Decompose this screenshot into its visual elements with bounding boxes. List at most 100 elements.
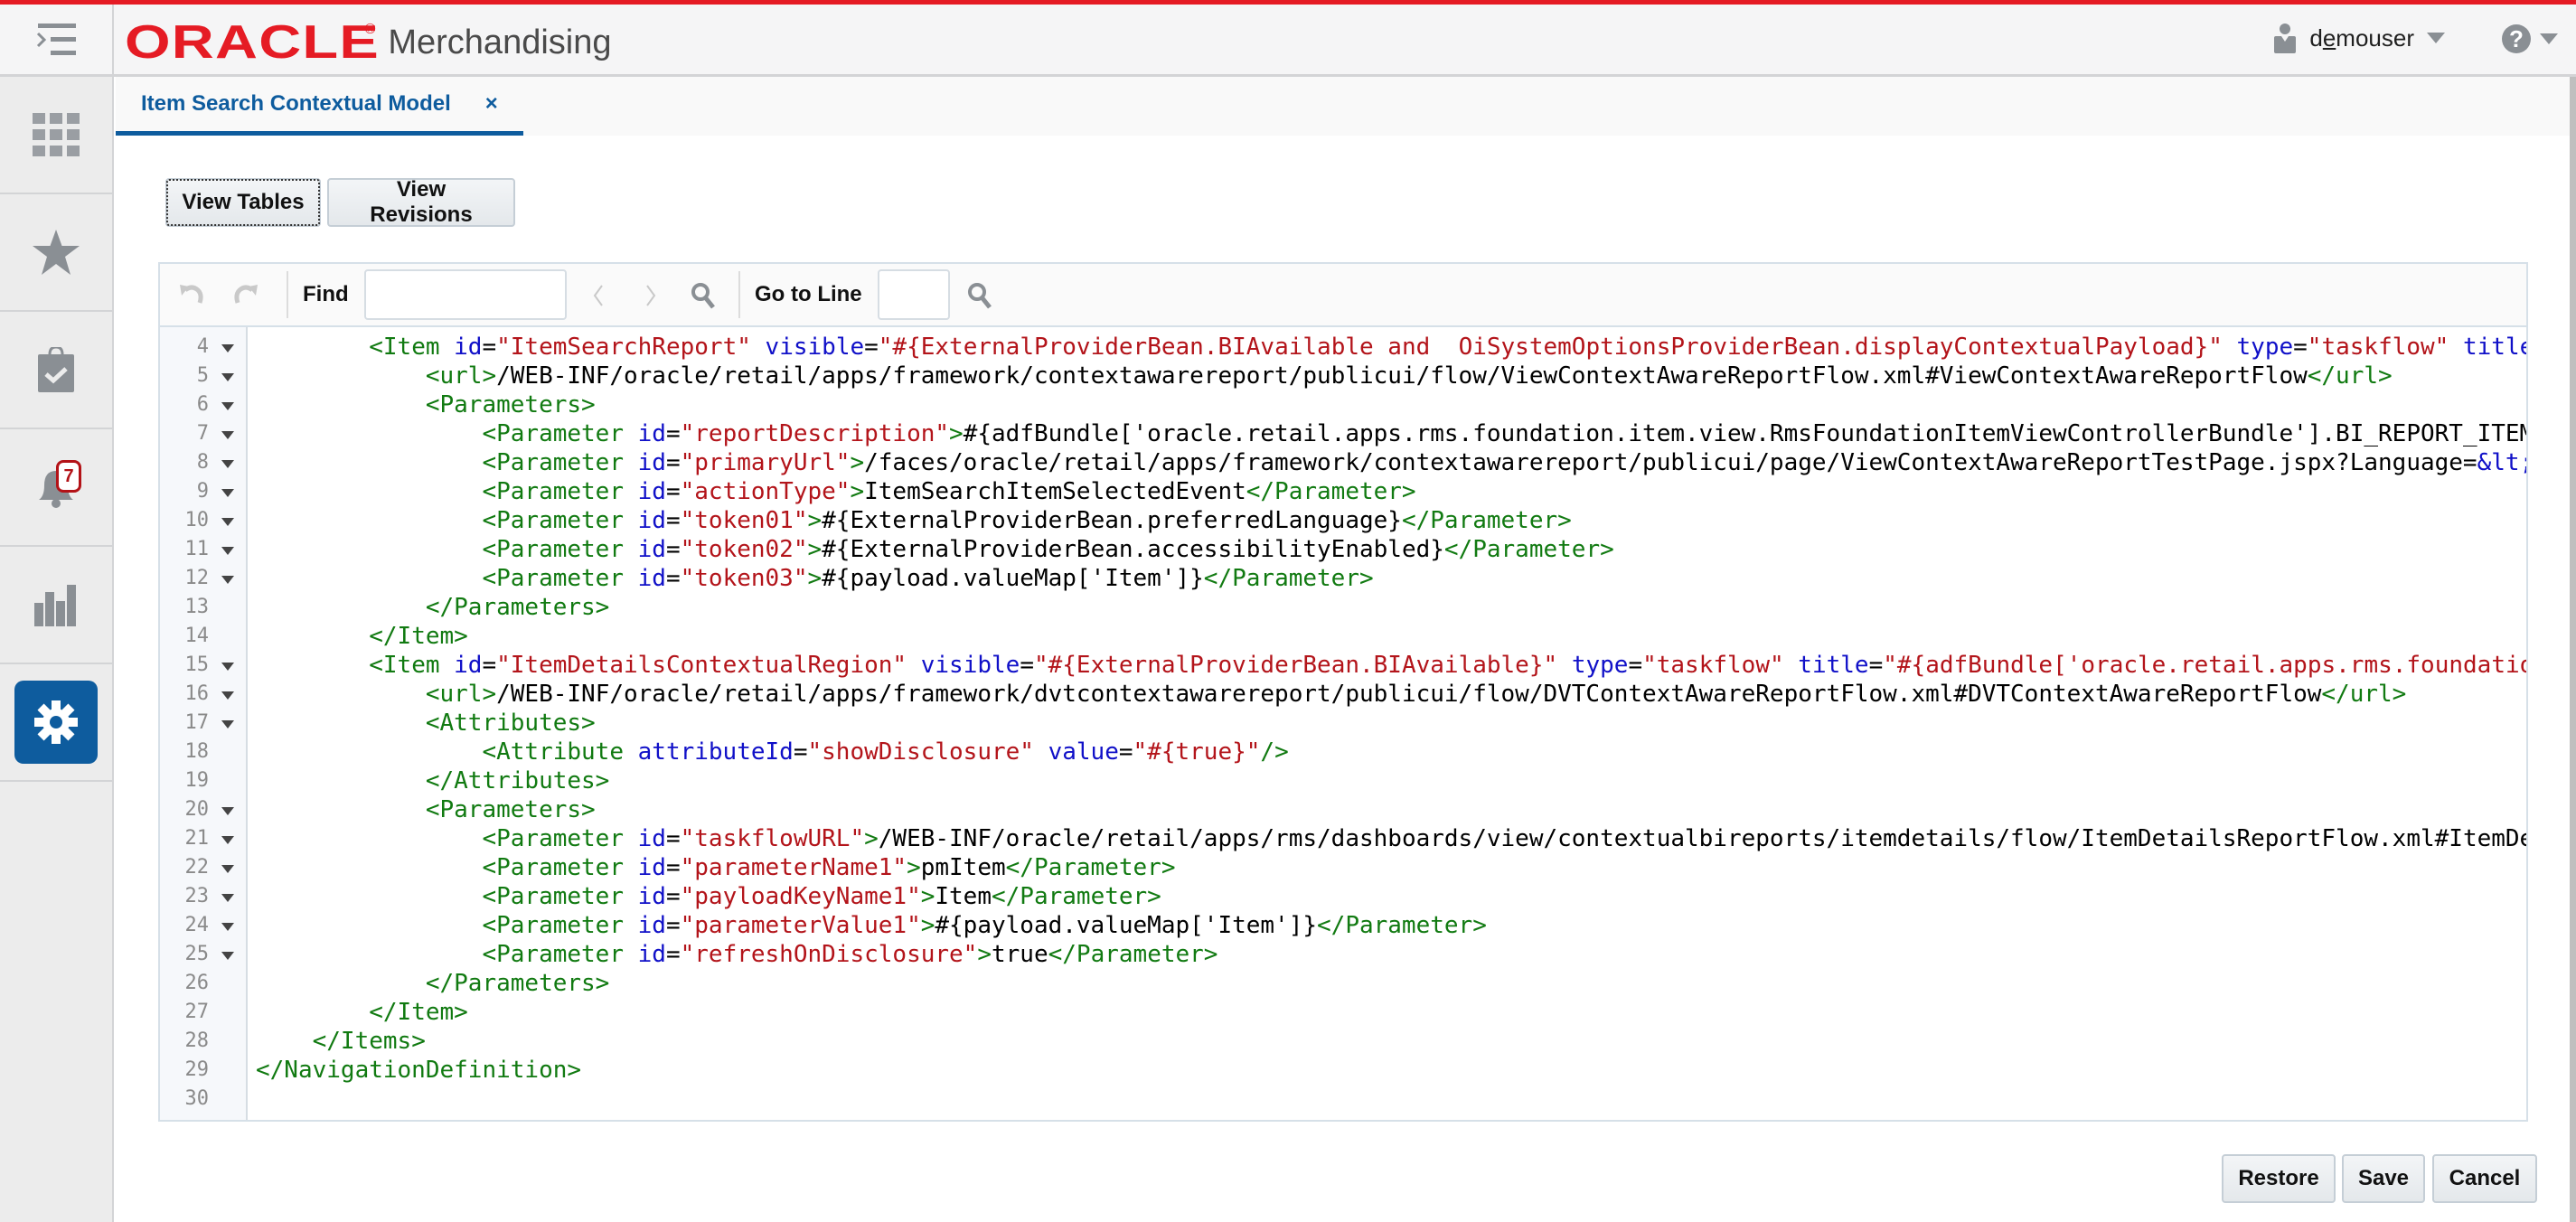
fold-toggle-icon[interactable] [221,344,234,352]
code-line[interactable]: 15 <Item id="ItemDetailsContextualRegion… [160,651,2527,680]
fold-toggle-icon[interactable] [221,489,234,497]
xml-token-tag: </Parameter> [1203,565,1374,592]
code-line[interactable]: 18 <Attribute attributeId="showDisclosur… [160,738,2526,766]
xml-token-tag: <Parameter [482,565,638,592]
xml-editor: Find Go to Line 4 <Item id="ItemSearchRe… [158,262,2528,1122]
code-text: <Parameter id="parameterValue1">#{payloa… [256,911,1486,940]
code-text: <url>/WEB-INF/oracle/retail/apps/framewo… [256,362,2393,390]
user-name[interactable]: demouser [2309,24,2414,52]
sidebar-item-favorites[interactable] [0,194,112,312]
xml-token-eq: = [1628,652,1643,679]
code-area[interactable]: 4 <Item id="ItemSearchReport" visible="#… [160,327,2526,1120]
sidebar-item-settings[interactable] [0,664,112,782]
xml-token-attr: id [637,536,666,563]
find-previous-button[interactable] [583,280,614,311]
chevron-down-icon[interactable] [2427,33,2445,43]
code-line[interactable]: 20 <Parameters> [160,795,2526,824]
fold-toggle-icon[interactable] [221,720,234,728]
fold-toggle-icon[interactable] [221,836,234,844]
sidebar-item-tasks[interactable] [0,77,112,194]
fold-toggle-icon[interactable] [221,894,234,902]
code-line[interactable]: 13 </Parameters> [160,593,2526,622]
sidebar-item-task-list[interactable] [0,312,112,429]
app-header: ORACLE ® Merchandising demouser ? [0,5,2576,77]
code-line[interactable]: 4 <Item id="ItemSearchReport" visible="#… [160,333,2526,362]
fold-toggle-icon[interactable] [221,460,234,468]
code-line[interactable]: 14 </Item> [160,622,2526,651]
tab-item-search-contextual-model[interactable]: Item Search Contextual Model × [116,77,523,136]
fold-toggle-icon[interactable] [221,373,234,381]
save-button[interactable]: Save [2342,1154,2425,1203]
code-line[interactable]: 22 <Parameter id="parameterName1">pmItem… [160,853,2526,882]
xml-token-text: /WEB-INF/oracle/retail/apps/framework/dv… [496,681,2322,708]
view-revisions-button[interactable]: View Revisions [327,177,515,227]
xml-token-val: "#{adfBundle['oracle.retail.apps.rms.fou… [1883,652,2526,679]
find-input[interactable] [364,269,567,320]
code-line[interactable]: 19 </Attributes> [160,766,2526,795]
code-line[interactable]: 28 </Items> [160,1027,2526,1056]
code-line[interactable]: 5 <url>/WEB-INF/oracle/retail/apps/frame… [160,362,2526,390]
redo-button[interactable] [230,280,261,311]
fold-toggle-icon[interactable] [221,576,234,584]
go-to-line-input[interactable] [878,269,950,320]
fold-toggle-icon[interactable] [221,547,234,555]
close-icon[interactable]: × [485,91,498,117]
code-line[interactable]: 24 <Parameter id="parameterValue1">#{pay… [160,911,2526,940]
xml-token-tag: > [807,565,823,592]
fold-toggle-icon[interactable] [221,807,234,815]
fold-toggle-icon[interactable] [221,663,234,671]
restore-button[interactable]: Restore [2222,1154,2336,1203]
toolbar-divider [287,271,288,318]
xml-token-val: "#{true}" [1133,738,1261,766]
code-line[interactable]: 6 <Parameters> [160,390,2526,419]
go-to-line-button[interactable] [964,280,995,311]
code-line[interactable]: 10 <Parameter id="token01">#{ExternalPro… [160,506,2526,535]
xml-token-val: "actionType" [680,478,851,505]
code-text: <Item id="ItemDetailsContextualRegion" v… [256,651,2526,680]
code-line[interactable]: 30 [160,1085,2526,1114]
navigator-menu-button[interactable] [0,5,114,74]
cancel-button[interactable]: Cancel [2432,1154,2537,1203]
star-icon [33,230,80,275]
xml-token-val: "#{ExternalProviderBean.BIAvailable and … [878,334,2223,361]
code-line[interactable]: 23 <Parameter id="payloadKeyName1">Item<… [160,882,2526,911]
help-menu[interactable]: ? [2502,24,2558,53]
code-line[interactable]: 12 <Parameter id="token03">#{payload.val… [160,564,2526,593]
fold-toggle-icon[interactable] [221,952,234,960]
xml-token-tag: <Parameters> [425,796,596,823]
line-number: 6 [196,393,209,416]
fold-toggle-icon[interactable] [221,431,234,439]
code-line[interactable]: 25 <Parameter id="refreshOnDisclosure">t… [160,940,2526,969]
code-line[interactable]: 11 <Parameter id="token02">#{ExternalPro… [160,535,2526,564]
fold-toggle-icon[interactable] [221,865,234,873]
fold-toggle-icon[interactable] [221,402,234,410]
xml-token-val: "ItemSearchReport" [496,334,751,361]
code-line[interactable]: 27 </Item> [160,998,2526,1027]
code-line[interactable]: 9 <Parameter id="actionType">ItemSearchI… [160,477,2526,506]
find-search-button[interactable] [688,280,719,311]
code-text: <Parameter id="reportDescription">#{adfB… [256,419,2526,448]
user-menu[interactable]: demouser [2273,23,2445,53]
xml-token-eq: = [665,449,681,476]
undo-button[interactable] [176,280,207,311]
fold-toggle-icon[interactable] [221,518,234,526]
code-line[interactable]: 29 </NavigationDefinition> [160,1056,2526,1085]
fold-toggle-icon[interactable] [221,923,234,931]
find-next-button[interactable] [635,280,666,311]
code-line[interactable]: 26 </Parameters> [160,969,2526,998]
xml-token-attr: title [1798,652,1869,679]
fold-toggle-icon[interactable] [221,691,234,700]
help-icon[interactable]: ? [2502,24,2531,53]
window-scrollbar[interactable] [2570,77,2576,1222]
sidebar-item-reports[interactable] [0,547,112,664]
code-line[interactable]: 7 <Parameter id="reportDescription">#{ad… [160,419,2526,448]
code-line[interactable]: 8 <Parameter id="primaryUrl">/faces/orac… [160,448,2526,477]
sidebar-item-notifications[interactable]: 7 [0,429,112,547]
chevron-down-icon[interactable] [2540,33,2558,44]
view-tables-button[interactable]: View Tables [165,178,321,227]
code-line[interactable]: 17 <Attributes> [160,709,2526,738]
code-line[interactable]: 16 <url>/WEB-INF/oracle/retail/apps/fram… [160,680,2526,709]
code-line[interactable]: 21 <Parameter id="taskflowURL">/WEB-INF/… [160,824,2527,853]
code-text: <Parameter id="taskflowURL">/WEB-INF/ora… [256,824,2526,853]
